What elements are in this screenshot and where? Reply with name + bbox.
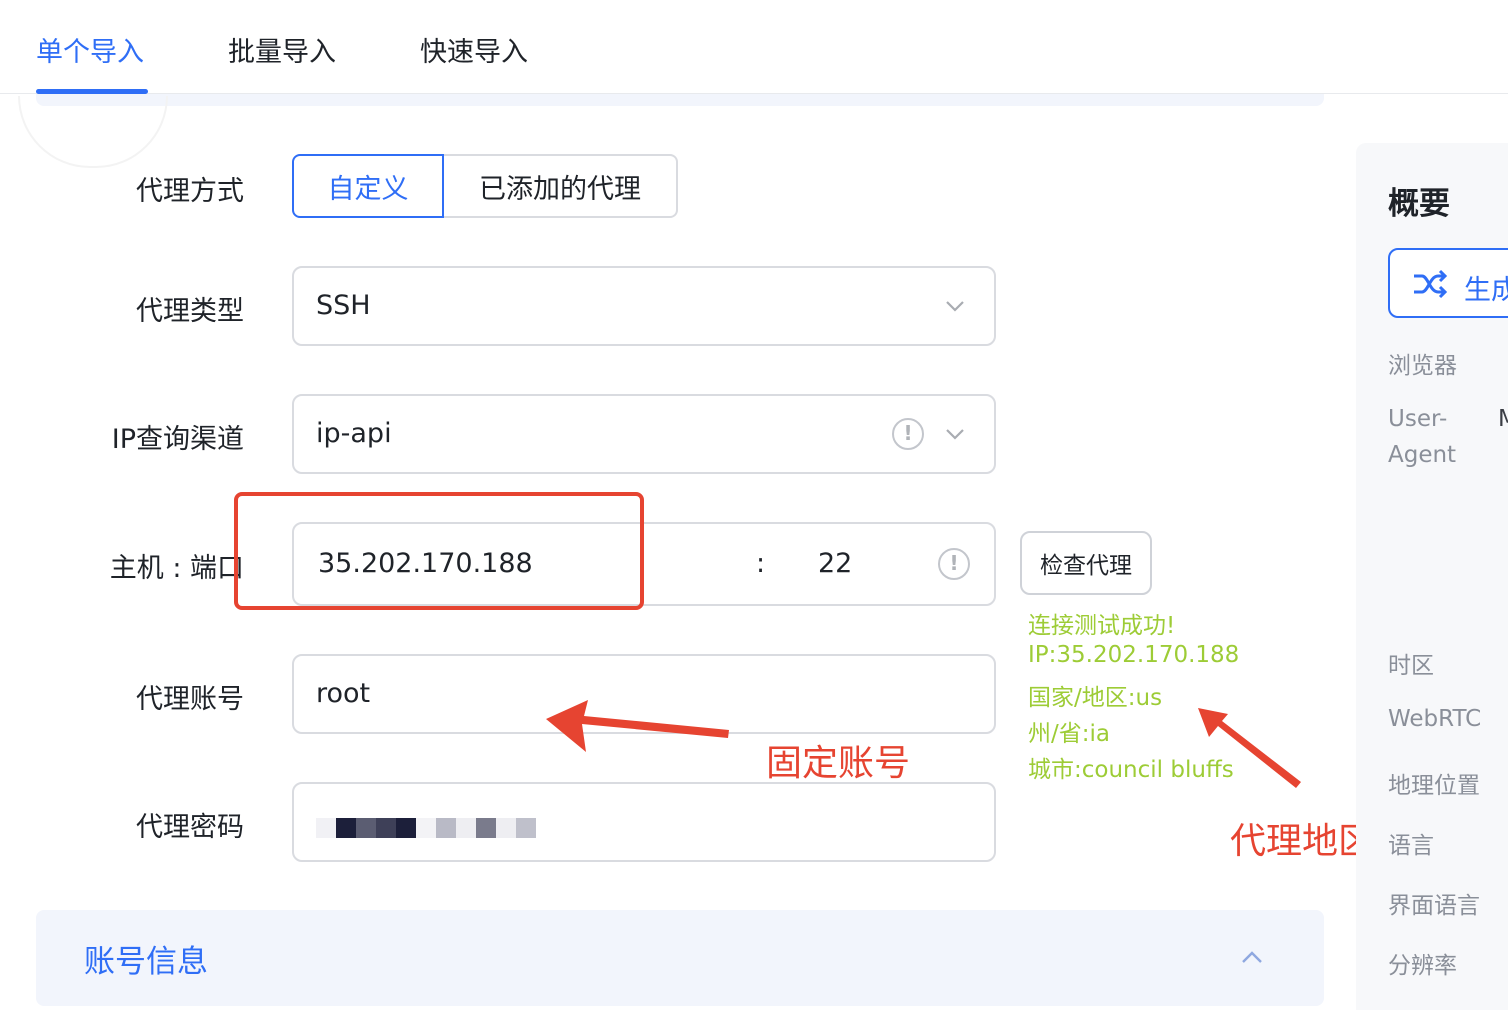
info-icon[interactable]: ! <box>938 548 970 580</box>
proxy-mode-segmented: 自定义 已添加的代理 <box>292 154 678 218</box>
overview-user-agent-value: M <box>1498 406 1508 432</box>
overview-resolution: 分辨率 <box>1388 953 1457 979</box>
generate-button-label: 生成 <box>1464 275 1508 306</box>
overview-timezone: 时区 <box>1388 653 1434 679</box>
proxy-region-annotation: 代理地区 <box>1230 821 1375 862</box>
host-port-separator: : <box>756 548 766 579</box>
account-info-section[interactable]: 账号信息 <box>36 910 1324 1006</box>
overview-language: 语言 <box>1388 833 1434 859</box>
shuffle-icon <box>1414 269 1448 299</box>
tab-quick-import[interactable]: 快速导入 <box>420 30 528 69</box>
import-tabs: 单个导入 批量导入 快速导入 <box>0 0 1508 94</box>
overview-ui-language: 界面语言 <box>1388 893 1480 919</box>
account-info-title: 账号信息 <box>84 944 208 980</box>
chevron-down-icon <box>946 301 964 312</box>
tab-batch-import[interactable]: 批量导入 <box>228 30 336 69</box>
info-icon[interactable]: ! <box>892 418 924 450</box>
host-highlight-box <box>234 492 644 610</box>
fixed-account-annotation: 固定账号 <box>766 743 911 784</box>
check-status-text: 连接测试成功! <box>1028 613 1176 639</box>
proxy-mode-saved-button[interactable]: 已添加的代理 <box>444 154 678 218</box>
overview-title: 概要 <box>1388 186 1450 222</box>
port-input[interactable]: 22 <box>818 524 852 604</box>
proxy-import-page: 单个导入 批量导入 快速导入 代理方式 自定义 已添加的代理 代理类型 SSH … <box>0 0 1508 1010</box>
overview-user-agent-line1: User- <box>1388 406 1448 432</box>
collapsed-section-strip <box>36 94 1324 106</box>
check-city-text: 城市:council bluffs <box>1028 757 1234 783</box>
ip-channel-select[interactable]: ip-api ! <box>292 394 996 474</box>
ip-channel-label: IP查询渠道 <box>111 424 244 455</box>
proxy-mode-custom-button[interactable]: 自定义 <box>292 154 444 218</box>
check-proxy-button[interactable]: 检查代理 <box>1020 531 1152 595</box>
check-state-text: 州/省:ia <box>1028 721 1110 747</box>
proxy-type-label: 代理类型 <box>136 296 244 327</box>
proxy-account-value: root <box>316 678 371 709</box>
proxy-mode-label: 代理方式 <box>136 176 244 207</box>
overview-geolocation: 地理位置 <box>1388 773 1480 799</box>
proxy-password-label: 代理密码 <box>136 812 244 843</box>
overview-user-agent-line2: Agent <box>1388 442 1457 468</box>
proxy-account-input[interactable]: root <box>292 654 996 734</box>
generate-button[interactable]: 生成 <box>1388 248 1508 318</box>
host-port-label: 主机 : 端口 <box>109 553 244 584</box>
tab-single-import[interactable]: 单个导入 <box>36 30 144 69</box>
ip-channel-value: ip-api <box>316 418 392 449</box>
proxy-account-label: 代理账号 <box>136 684 244 715</box>
check-country-text: 国家/地区:us <box>1028 685 1163 711</box>
proxy-type-select[interactable]: SSH <box>292 266 996 346</box>
chevron-down-icon <box>946 429 964 440</box>
check-ip-text: IP:35.202.170.188 <box>1028 642 1240 668</box>
chevron-up-icon[interactable] <box>1240 948 1264 966</box>
faded-decoration <box>18 96 168 168</box>
overview-browser: 浏览器 <box>1388 353 1457 379</box>
overview-webrtc: WebRTC <box>1388 706 1482 732</box>
proxy-type-value: SSH <box>316 290 371 321</box>
